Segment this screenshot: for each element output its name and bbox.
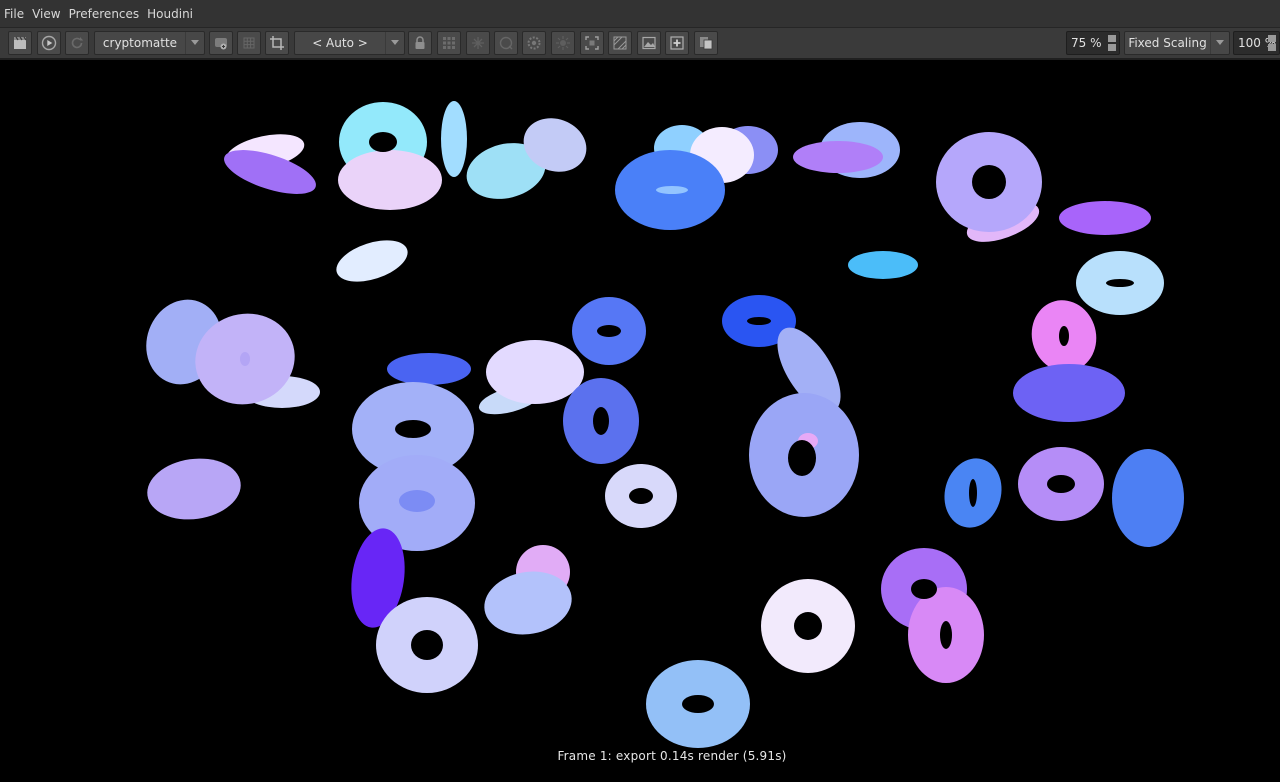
zoom-value: 75 % (1071, 36, 1102, 50)
tile-grid-icon[interactable] (437, 31, 461, 55)
spinner-icon[interactable] (1108, 35, 1116, 51)
aov-dropdown-value: cryptomatte (102, 36, 178, 50)
chevron-down-icon (1210, 32, 1229, 54)
copy-icon[interactable] (694, 31, 718, 55)
render-play-icon[interactable] (37, 31, 61, 55)
crop-icon[interactable] (265, 31, 289, 55)
zoom-field[interactable]: 75 % (1066, 31, 1120, 55)
snapshot-icon[interactable] (209, 31, 233, 55)
menu-preferences[interactable]: Preferences (69, 7, 140, 21)
sparkle-icon[interactable] (466, 31, 490, 55)
aov-dropdown[interactable]: cryptomatte (94, 31, 205, 55)
menu-view[interactable]: View (32, 7, 60, 21)
scale-field[interactable]: 100 % (1233, 31, 1280, 55)
clapperboard-icon[interactable] (8, 31, 32, 55)
render-viewport[interactable] (0, 62, 1280, 778)
region-icon[interactable] (494, 31, 518, 55)
menu-bar: File View Preferences Houdini (0, 0, 1280, 28)
chevron-down-icon (185, 32, 204, 54)
grid-icon[interactable] (237, 31, 261, 55)
camera-dropdown-value: < Auto > (312, 36, 368, 50)
camera-dropdown[interactable]: < Auto > (294, 31, 405, 55)
scaling-dropdown-value: Fixed Scaling (1128, 36, 1207, 50)
focus-icon[interactable] (580, 31, 604, 55)
chevron-down-icon (385, 32, 404, 54)
scaling-dropdown[interactable]: Fixed Scaling (1124, 31, 1230, 55)
render-status-text: Frame 1: export 0.14s render (5.91s) (557, 749, 787, 763)
menu-file[interactable]: File (4, 7, 24, 21)
sun-icon[interactable] (551, 31, 575, 55)
hatch-icon[interactable] (608, 31, 632, 55)
spinner-icon[interactable] (1268, 35, 1276, 51)
render-toolbar: cryptomatte < Auto > 75 % Fixed Scaling … (0, 28, 1280, 60)
image-icon[interactable] (637, 31, 661, 55)
lock-icon[interactable] (408, 31, 432, 55)
menu-houdini[interactable]: Houdini (147, 7, 193, 21)
add-image-icon[interactable] (665, 31, 689, 55)
refresh-icon[interactable] (65, 31, 89, 55)
cryptomatte-render-image (146, 101, 1184, 748)
gear-icon[interactable] (522, 31, 546, 55)
